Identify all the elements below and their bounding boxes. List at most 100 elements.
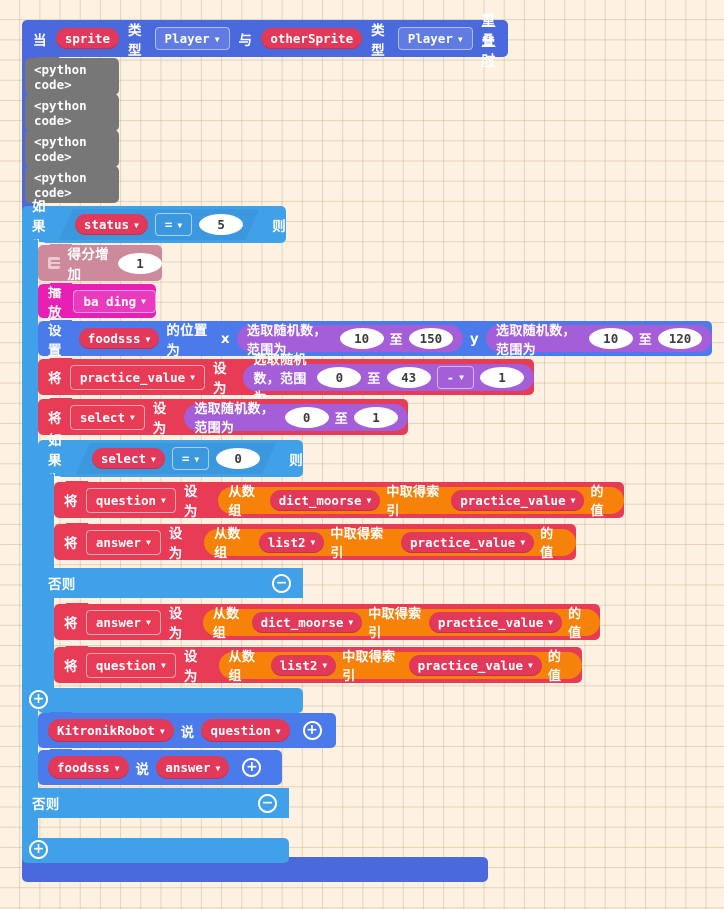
comparison-operator-outer[interactable]: = ▼ xyxy=(154,213,193,236)
plus-circle-icon[interactable]: + xyxy=(242,758,262,777)
plus-circle-icon[interactable]: + xyxy=(29,840,48,859)
index-dropdown-1[interactable]: practice_value ▼ xyxy=(400,531,535,553)
sprite-dropdown-foodsss[interactable]: foodsss ▼ xyxy=(78,328,160,349)
minus-circle-icon[interactable]: − xyxy=(272,574,291,593)
label-set-1: 将 xyxy=(64,536,78,552)
python-code-block[interactable]: <python code> xyxy=(25,93,119,131)
condition-slot-inner[interactable]: select ▼ = ▼ 0 xyxy=(76,443,276,474)
set-sprite-position-block[interactable]: 设置 foodsss ▼ 的位置为 x 选取随机数，范围为 10 至 150 y… xyxy=(38,320,713,359)
index-dropdown-2[interactable]: practice_value ▼ xyxy=(428,611,563,633)
set-question-from-array-block[interactable]: 将 question ▼ 设为 从数组 dict_moorse ▼ 中取得索引 … xyxy=(54,481,624,520)
index-dropdown-3[interactable]: practice_value ▼ xyxy=(408,654,542,676)
else-bar-inner[interactable]: 否则 − xyxy=(38,568,303,598)
kind-dropdown-2[interactable]: Player ▼ xyxy=(397,27,473,50)
change-score-block[interactable]: 得分增加 1 xyxy=(38,244,162,283)
variable-select[interactable]: select ▼ xyxy=(91,448,165,469)
array-dropdown-3[interactable]: list2 ▼ xyxy=(270,654,337,676)
array-get-block-1[interactable]: 从数组 list2 ▼ 中取得索引 practice_value ▼ 的值 xyxy=(204,527,576,561)
play-sound-block[interactable]: 播放 ba ding ▼ xyxy=(38,283,156,321)
chevron-down-icon: ▼ xyxy=(145,334,151,344)
sprite-kind-field-2[interactable]: otherSprite xyxy=(261,28,363,49)
label-to-select: 设为 xyxy=(152,401,167,437)
else-outer-empty-slot[interactable] xyxy=(22,816,38,838)
python-code-block[interactable]: <python code> xyxy=(25,57,119,95)
set-question-from-array-block[interactable]: 将 question ▼ 设为 从数组 list2 ▼ 中取得索引 practi… xyxy=(54,646,582,685)
label-when: 当 xyxy=(33,32,47,49)
chevron-down-icon: ▼ xyxy=(275,726,281,736)
variable-dropdown-practice-value[interactable]: practice_value ▼ xyxy=(69,364,205,390)
label-type-2: 类型 xyxy=(371,22,385,59)
condition-slot-outer[interactable]: status ▼ = ▼ 5 xyxy=(59,209,259,240)
sound-dropdown[interactable]: ba ding ▼ xyxy=(73,289,156,313)
condition-right-value-outer[interactable]: 5 xyxy=(199,214,244,235)
variable-dropdown-answer-2[interactable]: answer ▼ xyxy=(85,609,161,635)
label-else-outer: 否则 xyxy=(32,797,60,813)
say-text-dropdown-1[interactable]: answer ▼ xyxy=(156,756,230,779)
random-y-min[interactable]: 10 xyxy=(588,328,633,349)
if-block-outer-header[interactable]: 如果为 status ▼ = ▼ 5 则 xyxy=(22,199,286,255)
if-block-inner-header[interactable]: 如果为 select ▼ = ▼ 0 则 xyxy=(38,433,303,489)
array-dropdown-1[interactable]: list2 ▼ xyxy=(258,531,325,553)
condition-right-value-inner[interactable]: 0 xyxy=(216,448,261,469)
array-get-block-3[interactable]: 从数组 list2 ▼ 中取得索引 practice_value ▼ 的值 xyxy=(218,650,582,684)
sprite-kind-field-1[interactable]: sprite xyxy=(55,28,119,49)
random-select-min[interactable]: 0 xyxy=(284,406,329,428)
kind-dropdown-2-value: Player xyxy=(407,31,453,46)
index-dropdown-3-label: practice_value xyxy=(417,657,523,673)
variable-status[interactable]: status ▼ xyxy=(74,214,148,235)
random-range-practice-block[interactable]: 选取随机数，范围为 0 至 43 - ▼ 1 xyxy=(243,353,534,406)
kind-dropdown-1[interactable]: Player ▼ xyxy=(154,27,230,50)
python-code-block[interactable]: <python code> xyxy=(25,129,119,167)
sprite-dropdown-foodsss-value: foodsss xyxy=(87,331,141,346)
comparison-operator-inner[interactable]: = ▼ xyxy=(171,447,210,470)
minus-circle-icon[interactable]: − xyxy=(258,794,277,813)
arithmetic-operator-value: - xyxy=(446,369,455,385)
set-variable-select-block[interactable]: 将 select ▼ 设为 选取随机数，范围为 0 至 1 xyxy=(38,398,408,437)
random-range-y-block[interactable]: 选取随机数，范围为 10 至 120 xyxy=(486,324,713,358)
variable-dropdown-select[interactable]: select ▼ xyxy=(69,404,145,430)
random-x-max[interactable]: 150 xyxy=(408,328,453,349)
random-y-max[interactable]: 120 xyxy=(658,328,703,349)
else-bar-outer[interactable]: 否则 − xyxy=(22,788,289,818)
index-dropdown-2-label: practice_value xyxy=(437,614,544,630)
label-to-x: 至 xyxy=(389,333,403,348)
array-get-block-0[interactable]: 从数组 dict_moorse ▼ 中取得索引 practice_value ▼… xyxy=(218,485,624,519)
chevron-down-icon: ▼ xyxy=(161,661,166,670)
random-practice-max[interactable]: 43 xyxy=(386,366,431,388)
variable-dropdown-answer-2-label: answer xyxy=(95,614,141,630)
sprite-dropdown-kitronik[interactable]: KitronikRobot ▼ xyxy=(48,719,174,742)
if-block-inner-footer xyxy=(38,688,303,713)
sprite-say-block-foodsss[interactable]: foodsss ▼ 说 answer ▼ + xyxy=(38,749,282,785)
random-range-select-block[interactable]: 选取随机数，范围为 0 至 1 xyxy=(184,402,408,436)
array-get-block-2[interactable]: 从数组 dict_moorse ▼ 中取得索引 practice_value ▼… xyxy=(202,607,600,641)
say-text-dropdown-0[interactable]: question ▼ xyxy=(201,719,290,742)
array-dropdown-2[interactable]: dict_moorse ▼ xyxy=(251,611,363,633)
say-text-dropdown-1-label: answer xyxy=(165,760,211,775)
python-code-label: <python code> xyxy=(34,97,87,128)
array-dropdown-0[interactable]: dict_moorse ▼ xyxy=(269,489,381,511)
variable-dropdown-question-0[interactable]: question ▼ xyxy=(85,487,176,513)
chevron-down-icon: ▼ xyxy=(348,618,354,627)
chevron-down-icon: ▼ xyxy=(548,618,554,627)
variable-dropdown-answer-1[interactable]: answer ▼ xyxy=(85,529,161,555)
index-dropdown-0[interactable]: practice_value ▼ xyxy=(451,489,585,511)
blockly-workspace[interactable]: 当 sprite 类型 Player ▼ 与 otherSprite 类型 Pl… xyxy=(0,0,724,909)
sound-dropdown-value: ba ding xyxy=(83,293,137,309)
label-to-1: 设为 xyxy=(168,526,183,562)
sprite-say-block-kitronik[interactable]: KitronikRobot ▼ 说 question ▼ + xyxy=(38,712,336,748)
set-variable-practice-value-block[interactable]: 将 practice_value ▼ 设为 选取随机数，范围为 0 至 43 -… xyxy=(38,353,534,406)
label-get-index-1: 中取得索引 xyxy=(330,527,384,561)
random-select-max[interactable]: 1 xyxy=(354,406,398,428)
arithmetic-operator-dropdown[interactable]: - ▼ xyxy=(436,365,474,389)
random-x-min[interactable]: 10 xyxy=(339,328,384,349)
plus-circle-icon[interactable]: + xyxy=(302,721,322,740)
random-practice-min[interactable]: 0 xyxy=(317,366,362,388)
event-block-on-overlap[interactable]: 当 sprite 类型 Player ▼ 与 otherSprite 类型 Pl… xyxy=(22,13,508,69)
variable-dropdown-question-3[interactable]: question ▼ xyxy=(85,652,176,678)
score-amount-field[interactable]: 1 xyxy=(118,252,162,274)
sprite-dropdown-foodsss-say[interactable]: foodsss ▼ xyxy=(48,756,129,779)
arithmetic-operand[interactable]: 1 xyxy=(480,366,524,388)
set-answer-from-array-block[interactable]: 将 answer ▼ 设为 从数组 list2 ▼ 中取得索引 practice… xyxy=(54,523,576,562)
plus-circle-icon[interactable]: + xyxy=(29,690,48,709)
set-answer-from-array-block[interactable]: 将 answer ▼ 设为 从数组 dict_moorse ▼ 中取得索引 pr… xyxy=(54,603,600,642)
